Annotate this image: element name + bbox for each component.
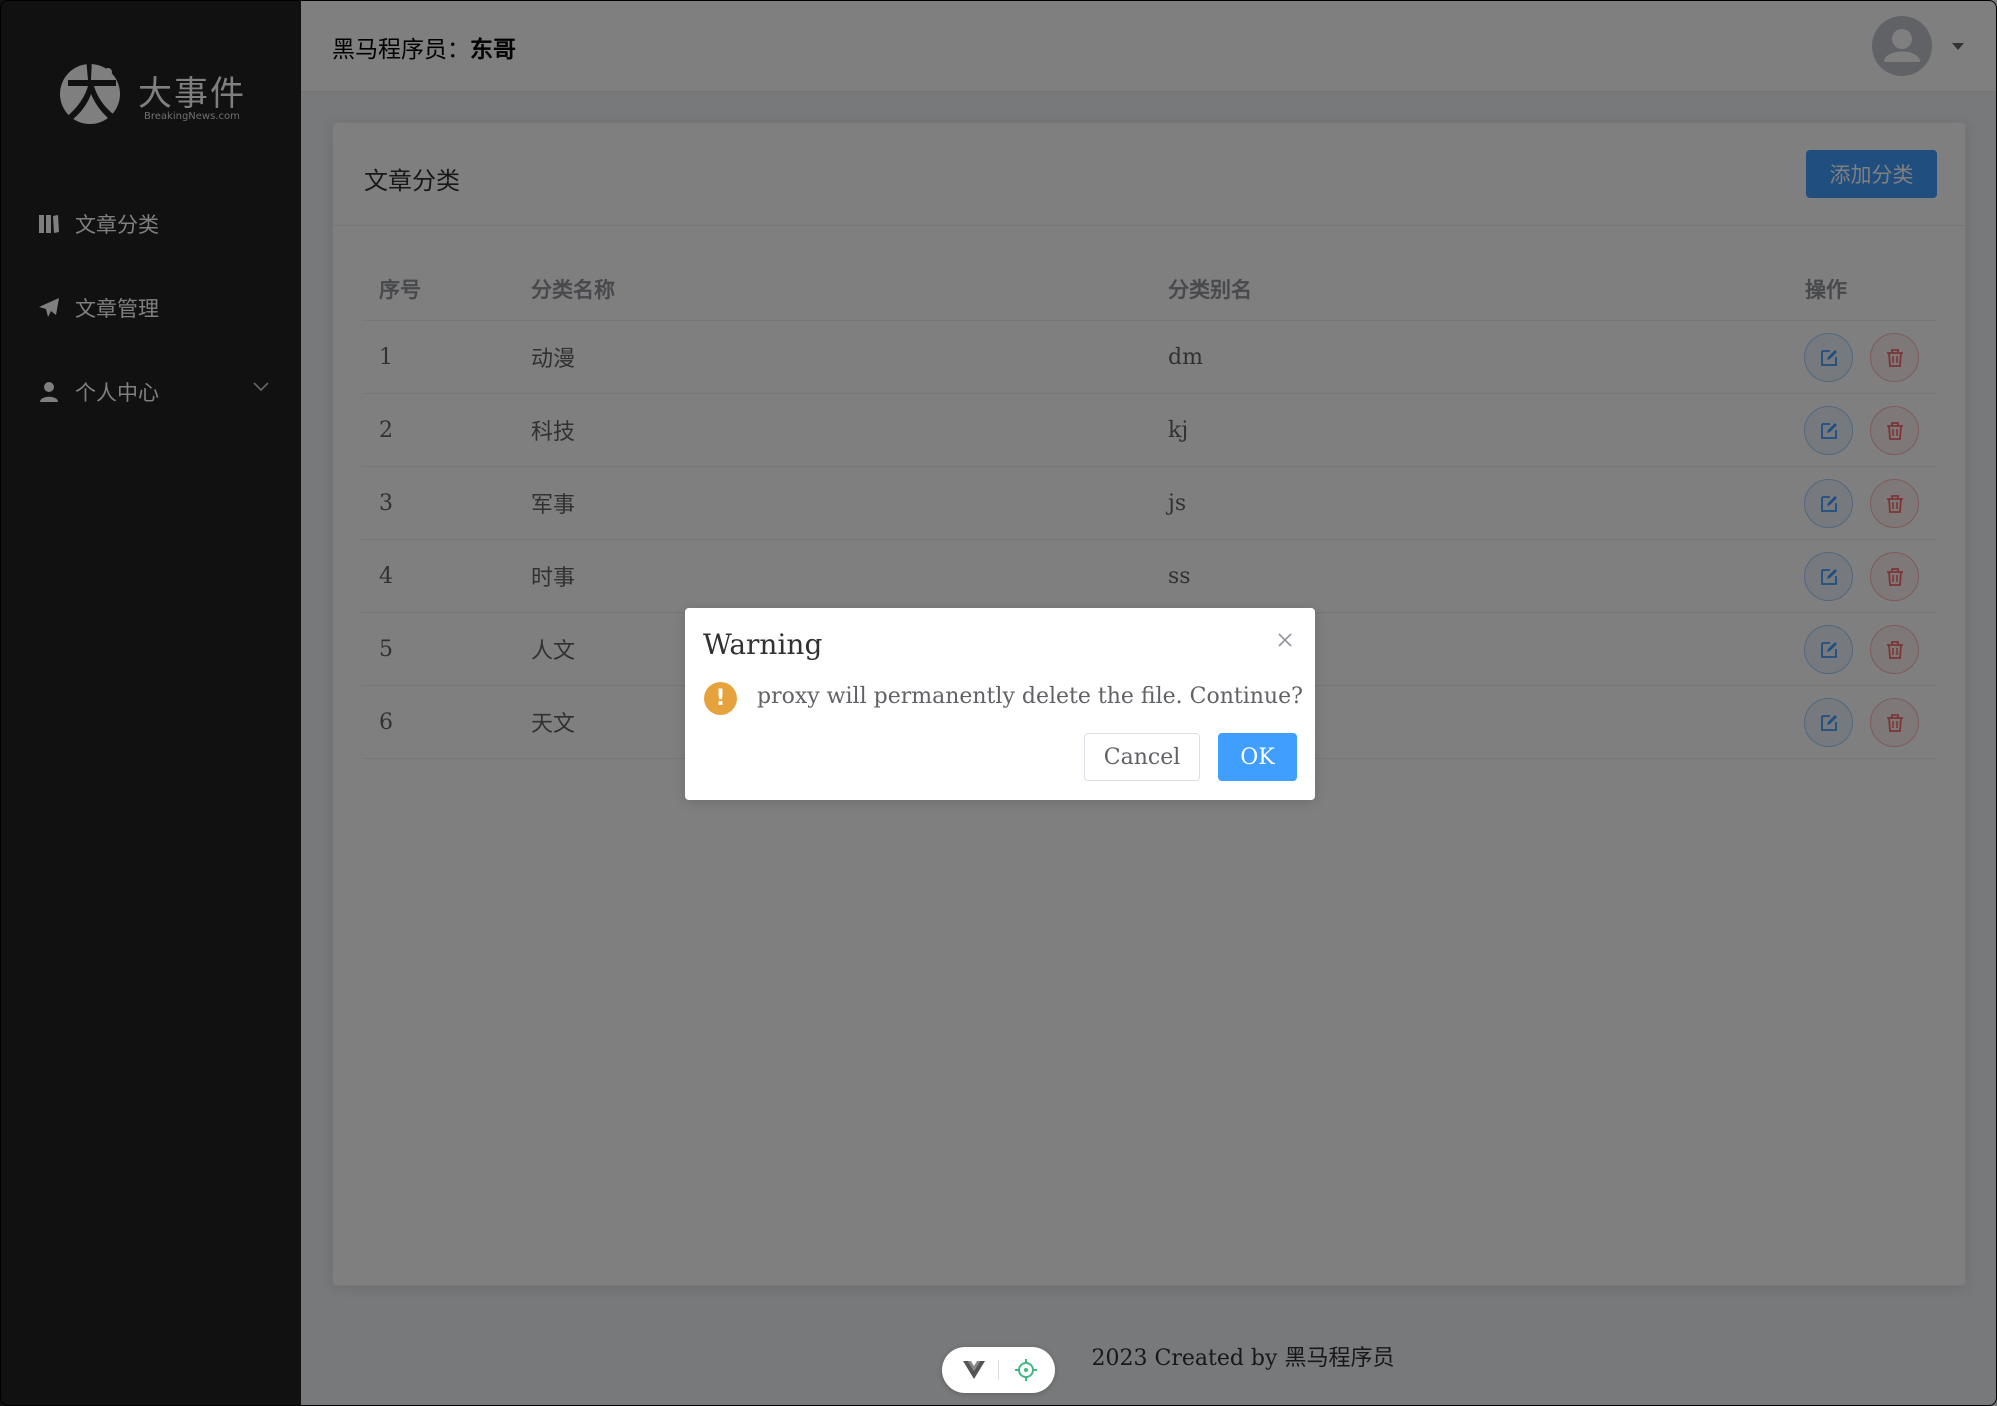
confirm-dialog: Warning ! proxy will permanently delete … — [685, 608, 1315, 800]
vue-logo-icon — [963, 1361, 985, 1379]
divider — [998, 1360, 999, 1380]
dialog-title: Warning — [703, 628, 823, 661]
devtools-toggle[interactable] — [942, 1347, 1055, 1393]
warning-icon: ! — [704, 682, 737, 715]
close-icon[interactable] — [1273, 628, 1297, 652]
target-icon[interactable] — [1014, 1358, 1038, 1382]
cancel-button[interactable]: Cancel — [1084, 733, 1200, 781]
dialog-message: proxy will permanently delete the file. … — [757, 684, 1303, 709]
ok-button[interactable]: OK — [1218, 733, 1297, 781]
